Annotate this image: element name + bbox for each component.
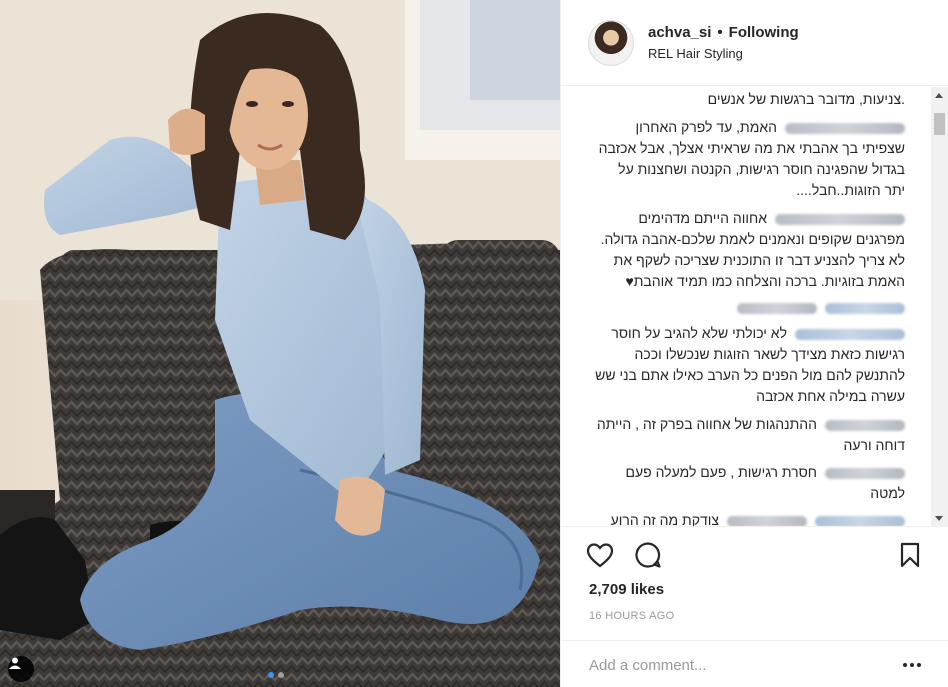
comment-text: צודקת מה זה הרוע bbox=[610, 512, 719, 527]
comment-item bbox=[595, 297, 905, 318]
comment-item: אחווה הייתם מדהימים מפרגנים שקופים ונאמנ… bbox=[595, 208, 905, 292]
comment-item: .צניעות, מדובר ברגשות של אנשים bbox=[595, 89, 905, 110]
more-options-icon[interactable] bbox=[903, 663, 921, 667]
post-photo[interactable] bbox=[0, 0, 560, 687]
heart-icon[interactable] bbox=[585, 540, 615, 570]
comment-item: חסרת רגישות , פעם למעלה פעם למטה bbox=[595, 462, 905, 504]
username-link[interactable]: achva_si bbox=[648, 24, 711, 41]
comment-item: לא יכולתי שלא להגיב על חוסר רגישות כזאת … bbox=[595, 323, 905, 407]
avatar[interactable] bbox=[588, 19, 634, 66]
following-button[interactable]: Following bbox=[729, 24, 799, 41]
comment-username-blurred[interactable] bbox=[775, 213, 905, 225]
post-panel: achva_si • Following REL Hair Styling .צ… bbox=[560, 0, 948, 687]
comment-mention-blurred[interactable] bbox=[815, 515, 905, 526]
comment-username-blurred[interactable] bbox=[727, 515, 807, 526]
comment-username-blurred[interactable] bbox=[825, 467, 905, 479]
header-text: achva_si • Following REL Hair Styling bbox=[648, 24, 799, 61]
carousel-dot bbox=[278, 672, 284, 678]
comment-username-blurred[interactable] bbox=[785, 122, 905, 134]
comment-item: ההתנהגות של אחווה בפרק זה , הייתה דוחה ו… bbox=[595, 414, 905, 456]
add-comment-input[interactable] bbox=[589, 653, 889, 677]
carousel-indicator bbox=[268, 672, 284, 678]
location-link[interactable]: REL Hair Styling bbox=[648, 46, 799, 61]
speech-bubble-icon[interactable] bbox=[633, 540, 663, 570]
likes-count[interactable]: 2,709 likes bbox=[589, 581, 664, 598]
bookmark-icon[interactable] bbox=[895, 540, 925, 570]
comment-username-blurred[interactable] bbox=[737, 302, 817, 314]
action-bar bbox=[561, 530, 948, 578]
photo-illustration bbox=[0, 0, 560, 687]
comment-item: צודקת מה זה הרוע bbox=[595, 510, 905, 527]
comment-username-blurred[interactable] bbox=[825, 419, 905, 431]
comment-mention-blurred[interactable] bbox=[825, 302, 905, 314]
scroll-thumb[interactable] bbox=[934, 113, 945, 135]
header-username-row: achva_si • Following bbox=[648, 24, 799, 41]
user-tag-icon[interactable] bbox=[8, 656, 34, 682]
scroll-down-arrow-icon[interactable] bbox=[935, 516, 943, 521]
comment-username-blurred[interactable] bbox=[795, 328, 905, 340]
comments-list: .צניעות, מדובר ברגשות של אנשים האמת, עד … bbox=[561, 87, 948, 527]
post-timestamp[interactable]: 16 HOURS AGO bbox=[589, 610, 675, 622]
post-header: achva_si • Following REL Hair Styling bbox=[561, 0, 948, 86]
comment-item: האמת, עד לפרק האחרון שצפיתי בך אהבתי את … bbox=[595, 117, 905, 201]
carousel-dot-active bbox=[268, 672, 274, 678]
comment-box bbox=[561, 640, 948, 687]
separator-dot: • bbox=[717, 24, 723, 41]
comments-scrollbar[interactable] bbox=[931, 87, 948, 527]
scroll-up-arrow-icon[interactable] bbox=[935, 93, 943, 98]
comment-text: .צניעות, מדובר ברגשות של אנשים bbox=[707, 91, 905, 107]
